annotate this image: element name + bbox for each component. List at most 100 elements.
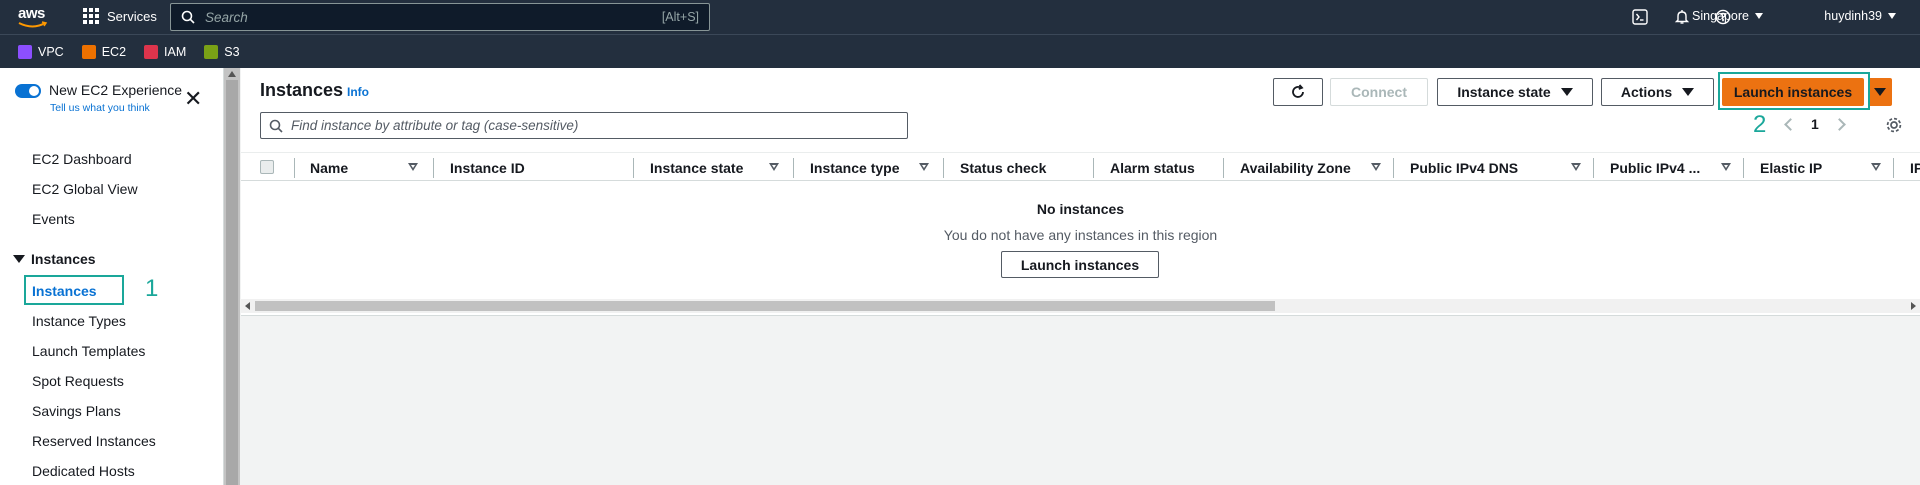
column-header-availability-zone[interactable]: Availability Zone [1240, 160, 1351, 176]
actions-button[interactable]: Actions [1601, 78, 1714, 106]
cloudshell-icon[interactable] [1630, 7, 1650, 27]
sidebar-item-spot-requests[interactable]: Spot Requests [32, 373, 124, 389]
sort-icon[interactable] [1721, 163, 1731, 171]
new-experience-row: New EC2 Experience [15, 82, 182, 98]
caret-down-icon [1888, 13, 1896, 19]
sidebar-group-instances[interactable]: Instances [13, 251, 96, 267]
search-shortcut: [Alt+S] [661, 10, 699, 24]
services-menu-button[interactable]: Services [83, 8, 157, 24]
sidebar-item-instances[interactable]: Instances [32, 283, 97, 299]
column-header-name[interactable]: Name [310, 160, 348, 176]
sort-icon[interactable] [1371, 163, 1381, 171]
instances-panel: Instances Info Connect Instance state Ac… [241, 68, 1920, 316]
chevron-left-icon[interactable] [1784, 117, 1797, 131]
toggle-title: New EC2 Experience [49, 82, 183, 98]
page-title: Instances [260, 80, 344, 100]
column-header-instance-state[interactable]: Instance state [650, 160, 743, 176]
ec2-icon [81, 44, 96, 59]
scroll-right-icon[interactable] [1911, 302, 1916, 310]
connect-button[interactable]: Connect [1330, 78, 1428, 106]
sort-icon[interactable] [919, 163, 929, 171]
sidebar-item-savings-plans[interactable]: Savings Plans [32, 403, 121, 419]
column-divider [1223, 158, 1224, 178]
sort-icon[interactable] [1571, 163, 1581, 171]
feedback-link[interactable]: Tell us what you think [50, 102, 150, 114]
column-divider [1743, 158, 1744, 178]
global-search-input[interactable]: Search [Alt+S] [170, 3, 710, 31]
services-label: Services [107, 8, 157, 24]
launch-dropdown-button[interactable] [1868, 78, 1892, 106]
caret-down-icon [1874, 88, 1886, 96]
caret-down-icon [1560, 88, 1573, 96]
sidebar-item-ec2-dashboard[interactable]: EC2 Dashboard [32, 151, 132, 167]
page-number[interactable]: 1 [1811, 116, 1819, 132]
column-header-alarm-status[interactable]: Alarm status [1110, 160, 1195, 176]
column-header-elastic-ip[interactable]: Elastic IP [1760, 160, 1822, 176]
column-header-public-ipv4[interactable]: Public IPv4 ... [1610, 160, 1700, 176]
annotation-box-2 [1718, 72, 1870, 110]
search-icon [181, 10, 195, 24]
favorite-label: S3 [224, 44, 240, 59]
search-placeholder: Search [205, 9, 248, 25]
refresh-button[interactable] [1273, 78, 1323, 106]
favorite-label: IAM [164, 44, 187, 59]
column-divider [433, 158, 434, 178]
column-divider [294, 158, 295, 178]
favorite-iam[interactable]: IAM [144, 44, 187, 59]
empty-launch-instances-button[interactable]: Launch instances [1001, 251, 1159, 278]
column-header-status-check[interactable]: Status check [960, 160, 1046, 176]
sidebar-item-ec2-global-view[interactable]: EC2 Global View [32, 181, 138, 197]
select-all-checkbox[interactable] [260, 160, 274, 174]
sidebar-item-events[interactable]: Events [32, 211, 75, 227]
column-header-instance-type[interactable]: Instance type [810, 160, 899, 176]
caret-down-icon [1682, 88, 1695, 96]
account-menu[interactable]: huydinh39 [1824, 9, 1896, 23]
column-header-ip[interactable]: IP [1910, 160, 1920, 176]
sort-icon[interactable] [408, 163, 418, 171]
vpc-icon [18, 44, 32, 59]
instance-filter-input[interactable]: Find instance by attribute or tag (case-… [260, 112, 908, 139]
info-link[interactable]: Info [347, 85, 369, 99]
favorite-s3[interactable]: S3 [204, 44, 240, 59]
column-header-public-ipv4-dns[interactable]: Public IPv4 DNS [1410, 160, 1518, 176]
grid-icon [83, 8, 99, 24]
actions-label: Actions [1620, 84, 1673, 100]
favorites-bar: VPC EC2 IAM S3 [0, 34, 1920, 68]
aws-logo-text: aws [18, 5, 45, 22]
close-icon[interactable]: ✕ [184, 88, 202, 110]
column-divider [1593, 158, 1594, 178]
sidebar-scroll-thumb[interactable] [226, 80, 238, 485]
sidebar-item-instance-types[interactable]: Instance Types [32, 313, 126, 329]
sort-icon[interactable] [769, 163, 779, 171]
gear-icon[interactable] [1885, 116, 1903, 134]
iam-icon [144, 44, 159, 59]
instance-state-button[interactable]: Instance state [1437, 78, 1593, 106]
column-header-instance-id[interactable]: Instance ID [450, 160, 525, 176]
table-horizontal-scrollbar[interactable] [241, 299, 1920, 313]
sidebar-item-dedicated-hosts[interactable]: Dedicated Hosts [32, 463, 135, 479]
table-header: Name Instance ID Instance state Instance… [241, 152, 1920, 181]
instance-state-label: Instance state [1457, 84, 1551, 100]
chevron-right-icon[interactable] [1832, 117, 1846, 131]
aws-logo[interactable]: aws [18, 5, 50, 29]
sort-icon[interactable] [1871, 163, 1881, 171]
new-experience-toggle[interactable] [15, 84, 41, 98]
favorite-label: EC2 [101, 44, 127, 59]
horizontal-scroll-thumb[interactable] [255, 301, 1275, 311]
caret-down-icon [13, 255, 25, 263]
aws-smile-icon [18, 21, 48, 28]
favorite-ec2[interactable]: EC2 [81, 44, 127, 59]
refresh-icon [1292, 84, 1304, 98]
caret-down-icon [1755, 13, 1763, 19]
region-label: Singapore [1692, 9, 1749, 23]
favorite-vpc[interactable]: VPC [18, 44, 64, 59]
region-selector[interactable]: Singapore [1692, 9, 1792, 23]
sidebar-item-reserved-instances[interactable]: Reserved Instances [32, 433, 156, 449]
scroll-left-icon[interactable] [245, 302, 250, 310]
scroll-up-icon[interactable] [228, 71, 236, 77]
notifications-bell-icon[interactable] [1672, 7, 1692, 27]
sidebar-item-launch-templates[interactable]: Launch Templates [32, 343, 145, 359]
column-divider [793, 158, 794, 178]
column-divider [1393, 158, 1394, 178]
empty-state-title: No instances [1036, 201, 1125, 217]
